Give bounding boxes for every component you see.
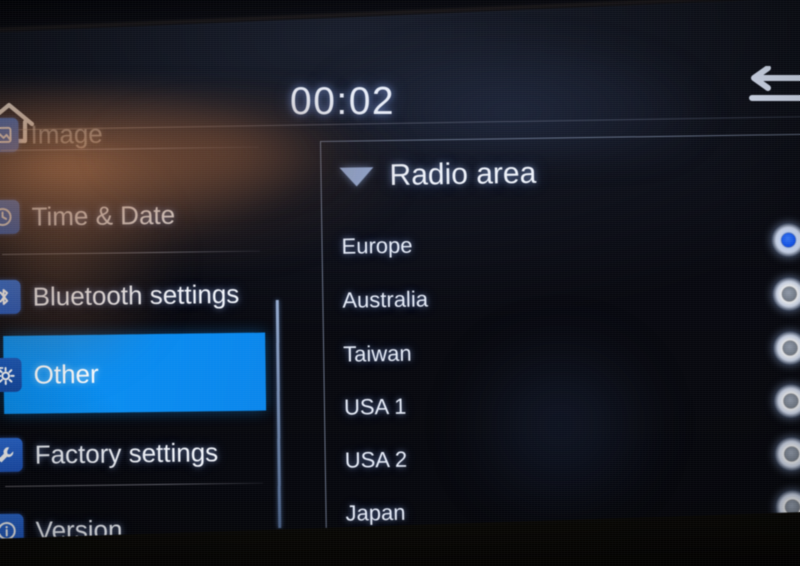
infotainment-screen: 00:02 Image Time & Date Bluetooth settin…: [0, 0, 800, 566]
sidebar-item-factory-settings[interactable]: Factory settings: [0, 413, 267, 494]
wrench-icon: [0, 437, 23, 473]
option-label: Taiwan: [342, 340, 412, 367]
back-arrow-icon[interactable]: [742, 66, 800, 110]
radio-button-taiwan[interactable]: [772, 330, 800, 365]
radio-option-europe[interactable]: Europe: [322, 213, 800, 273]
sidebar-item-bluetooth-settings[interactable]: Bluetooth settings: [0, 255, 265, 336]
sidebar-item-time-and-date[interactable]: Time & Date: [0, 175, 264, 256]
option-label: USA 2: [344, 446, 408, 473]
radio-option-australia[interactable]: Australia: [323, 267, 800, 327]
panel-header[interactable]: Radio area: [339, 151, 537, 200]
gear-icon: [0, 357, 22, 393]
option-label: Japan: [345, 499, 406, 526]
radio-option-usa-2[interactable]: USA 2: [325, 427, 800, 487]
sidebar-item-label: Factory settings: [34, 436, 219, 470]
radio-dot: [781, 232, 796, 247]
radio-dot: [782, 286, 797, 301]
option-label: USA 1: [343, 393, 407, 420]
vertical-scrollbar[interactable]: [275, 299, 282, 550]
radio-dot: [784, 446, 799, 461]
clock-icon: [0, 199, 20, 235]
settings-sidebar: Image Time & Date Bluetooth settings Oth…: [0, 93, 268, 566]
radio-area-panel: Radio area Europe Australia Taiwan USA 1: [320, 133, 800, 566]
sidebar-item-label: Bluetooth settings: [32, 278, 240, 312]
page-title: Radio area: [389, 156, 537, 192]
option-label: Australia: [342, 285, 429, 313]
image-icon: [0, 117, 19, 153]
radio-button-usa-2[interactable]: [774, 436, 800, 471]
radio-dot: [783, 393, 799, 408]
radio-button-usa-1[interactable]: [773, 383, 800, 418]
chevron-down-icon[interactable]: [339, 166, 374, 187]
radio-option-taiwan[interactable]: Taiwan: [324, 321, 800, 381]
clock-display: 00:02: [290, 80, 396, 123]
radio-dot: [783, 340, 798, 355]
radio-button-europe[interactable]: [771, 222, 800, 257]
sidebar-item-label: Time & Date: [31, 199, 176, 232]
bluetooth-icon: [0, 279, 21, 315]
sidebar-item-label: Other: [33, 358, 99, 390]
radio-button-australia[interactable]: [772, 276, 800, 311]
sidebar-item-other[interactable]: Other: [0, 332, 267, 414]
sidebar-item-label: Image: [30, 118, 103, 150]
radio-option-usa-1[interactable]: USA 1: [325, 374, 800, 434]
option-label: Europe: [341, 232, 413, 259]
sidebar-item-image[interactable]: Image: [0, 93, 263, 174]
